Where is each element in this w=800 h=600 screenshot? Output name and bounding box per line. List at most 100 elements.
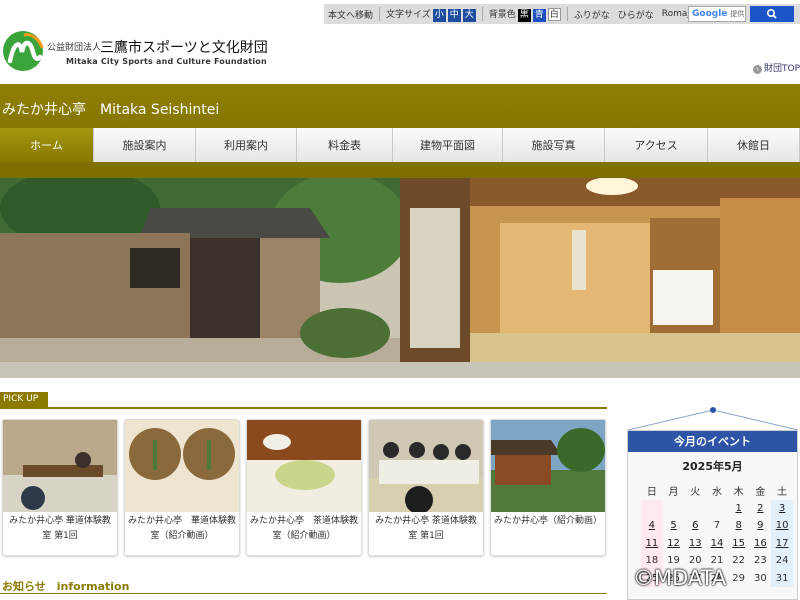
pickup-card-title: みたか井心亭 華道体験教室（紹介動画） [128,516,237,541]
pickup-divider [0,407,607,409]
event-hanger-decoration [628,407,798,431]
weekday-tue: 火 [690,487,701,499]
flower-arrangement-photo [125,420,239,512]
font-size-label: 文字サイズ [386,9,431,20]
weekday-wed: 水 [711,487,722,499]
calendar-day-link[interactable]: 2 [750,500,772,518]
calendar-day-link[interactable]: 12 [663,535,685,553]
search-provider-note: 提供 [730,10,745,18]
pickup-card-title: みたか井心亭（紹介動画） [494,516,603,526]
pickup-card[interactable]: みたか井心亭 茶道体験教室（紹介動画） [246,419,362,556]
org-english-name: Mitaka City Sports and Culture Foundatio… [66,57,267,66]
calendar-day-link[interactable]: 1 [728,500,750,518]
calendar-day: 23 [754,555,767,567]
pickup-card[interactable]: みたか井心亭 華道体験教室（紹介動画） [124,419,240,556]
information-heading: お知らせ information [2,580,130,593]
calendar-weekday-row: 日 月 火 水 木 金 土 [641,482,793,500]
nav-floor-plan[interactable]: 建物平面図 [393,128,503,162]
calendar-day-link[interactable]: 10 [771,517,793,535]
nav-home[interactable]: ホーム [0,128,94,162]
weekday-sat: 土 [777,487,788,499]
nav-closed-days[interactable]: 休館日 [708,128,800,162]
foundation-logo[interactable] [2,30,44,72]
calendar-day-link[interactable]: 5 [663,517,685,535]
calendar-day-link[interactable]: 6 [684,517,706,535]
calendar-week-row: 4 5 6 7 8 9 10 [641,517,793,535]
calendar-day-link[interactable]: 8 [728,517,750,535]
nav-fee-table[interactable]: 料金表 [297,128,393,162]
weekday-sun: 日 [646,487,657,499]
weekday-mon: 月 [668,487,679,499]
pickup-card-title: みたか井心亭 華道体験教室 第1回 [9,516,111,541]
calendar-day-link[interactable]: 17 [771,534,793,552]
hero-caption-strip [0,362,800,378]
pickup-card[interactable]: みたか井心亭 茶道体験教室 第1回 [368,419,484,556]
calendar-day-link[interactable]: 15 [728,535,750,553]
font-size-control: 文字サイズ小中大 [382,7,480,22]
font-size-small-button[interactable]: 小 [432,8,446,22]
search-button[interactable] [750,6,794,22]
pickup-card[interactable]: みたか井心亭（紹介動画） [490,419,606,556]
calendar-day-link[interactable]: 13 [684,535,706,553]
skip-to-content-link[interactable]: 本文へ移動 [324,8,377,21]
weekday-thu: 木 [733,487,744,499]
calendar-week-row: 1 2 3 [641,499,793,518]
org-legal-prefix: 公益財団法人 [47,43,102,53]
event-calendar-title: 今月のイベント [628,431,797,452]
tea-room-photo [400,178,800,362]
background-white-button[interactable]: 白 [547,7,561,21]
pickup-label: PICK UP [0,392,48,407]
pickup-card[interactable]: みたか井心亭 華道体験教室 第1回 [2,419,118,556]
calendar-day: 7 [713,520,721,532]
main-nav: ホーム 施設案内 利用案内 料金表 建物平面図 施設写真 アクセス 休館日 [0,128,800,162]
calendar-day-link[interactable]: 4 [641,517,663,535]
nav-facility-photos[interactable]: 施設写真 [503,128,605,162]
calendar-day [706,500,728,518]
foundation-top-link[interactable]: › 財団TOP [752,61,800,74]
copyright-watermark: ©MDATA [633,566,727,590]
divider [379,7,381,21]
arrow-circle-icon: › [752,65,762,74]
font-size-medium-button[interactable]: 中 [447,8,461,22]
org-name: 三鷹市スポーツと文化財団 [100,40,268,56]
pickup-card-title: みたか井心亭 茶道体験教室（紹介動画） [250,516,359,541]
divider [481,7,483,21]
information-divider [0,593,607,594]
calendar-day-link[interactable]: 11 [641,534,663,552]
weekday-fri: 金 [755,487,766,499]
teahouse-exterior-photo [491,420,605,512]
google-logo: Google [692,9,728,19]
calendar-week-row: 11 12 13 14 15 16 17 [641,534,793,553]
background-blue-button[interactable]: 青 [532,8,546,22]
calendar-day: 22 [732,555,746,567]
site-title: みたか井心亭 Mitaka Seishintei [2,102,220,118]
furigana-link[interactable]: ふりがな [570,8,614,21]
calendar-day-link[interactable]: 3 [771,499,793,517]
pickup-card-title: みたか井心亭 茶道体験教室 第1回 [375,516,477,541]
nav-usage-guide[interactable]: 利用案内 [196,128,297,162]
flower-class-photo [3,420,117,512]
calendar-day [663,500,685,518]
garden-gate-photo [0,178,400,362]
tea-bowl-photo [247,420,361,512]
site-search-input[interactable]: Google 提供 [688,6,746,22]
font-size-large-button[interactable]: 大 [462,8,476,22]
nav-access[interactable]: アクセス [605,128,708,162]
background-color-control: 背景色黒青白 [485,7,565,22]
calendar-day-link[interactable]: 14 [706,535,728,553]
calendar-day: 29 [732,572,746,584]
nav-facility-guide[interactable]: 施設案内 [94,128,196,162]
hero-banner [0,178,800,362]
calendar-day: 31 [771,569,793,587]
calendar-day [641,499,663,517]
calendar-day: 30 [754,572,767,584]
event-calendar-month: 2025年5月 [682,460,743,473]
calendar-day-link[interactable]: 9 [750,517,772,535]
calendar-day: 24 [771,552,793,570]
background-black-button[interactable]: 黒 [517,8,531,22]
calendar-day-link[interactable]: 16 [750,535,772,553]
divider [566,7,568,21]
calendar-day [684,500,706,518]
tea-ceremony-class-photo [369,420,483,512]
hiragana-link[interactable]: ひらがな [614,8,658,21]
